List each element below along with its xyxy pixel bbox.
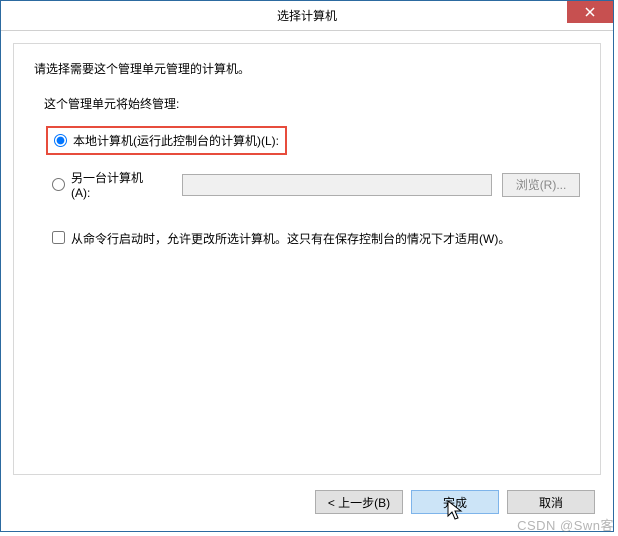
radio-another-label: 另一台计算机(A): [71, 169, 162, 200]
sub-instruction-text: 这个管理单元将始终管理: [44, 95, 580, 112]
checkbox-cmdline-row[interactable]: 从命令行启动时，允许更改所选计算机。这只有在保存控制台的情况下才适用(W)。 [52, 230, 580, 247]
instruction-text: 请选择需要这个管理单元管理的计算机。 [34, 60, 580, 77]
content-outer: 请选择需要这个管理单元管理的计算机。 这个管理单元将始终管理: 本地计算机(运行… [1, 31, 613, 531]
finish-button[interactable]: 完成 [411, 490, 499, 514]
titlebar: 选择计算机 [1, 1, 613, 31]
watermark: CSDN @Swn客 [517, 515, 614, 534]
checkbox-cmdline[interactable] [52, 231, 65, 244]
radio-another[interactable] [52, 178, 65, 191]
titlebar-title: 选择计算机 [277, 7, 337, 24]
content-panel: 请选择需要这个管理单元管理的计算机。 这个管理单元将始终管理: 本地计算机(运行… [13, 43, 601, 475]
close-button[interactable] [567, 1, 613, 23]
another-computer-input [182, 174, 492, 196]
back-button[interactable]: < 上一步(B) [315, 490, 403, 514]
button-bar: < 上一步(B) 完成 取消 [13, 475, 601, 519]
radio-another-row: 另一台计算机(A): 浏览(R)... [52, 169, 580, 200]
close-icon [585, 7, 595, 17]
radio-local-row[interactable]: 本地计算机(运行此控制台的计算机)(L): [46, 126, 287, 155]
browse-button: 浏览(R)... [502, 173, 580, 197]
checkbox-cmdline-label: 从命令行启动时，允许更改所选计算机。这只有在保存控制台的情况下才适用(W)。 [71, 230, 510, 247]
dialog-window: 选择计算机 请选择需要这个管理单元管理的计算机。 这个管理单元将始终管理: 本地… [0, 0, 614, 532]
radio-local[interactable] [54, 134, 67, 147]
cancel-button[interactable]: 取消 [507, 490, 595, 514]
radio-local-label: 本地计算机(运行此控制台的计算机)(L): [73, 132, 279, 149]
